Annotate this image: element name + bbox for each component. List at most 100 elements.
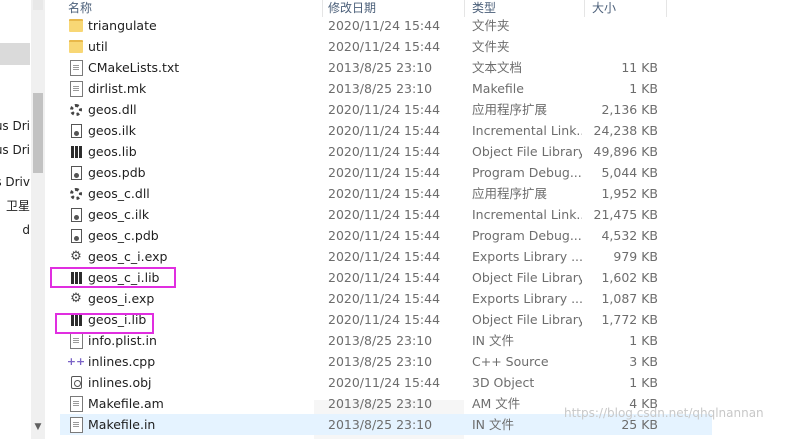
- file-date: 2020/11/24 15:44: [328, 207, 441, 222]
- folder-icon: [68, 15, 84, 36]
- file-type: Incremental Link...: [472, 123, 582, 138]
- file-name: geos_c.ilk: [88, 207, 150, 222]
- file-size: 1 KB: [629, 375, 658, 390]
- file-row[interactable]: info.plist.in 2013/8/25 23:10 IN 文件 1 KB: [60, 330, 712, 351]
- file-size: 1 KB: [629, 81, 658, 96]
- file-row[interactable]: ++ inlines.cpp 2013/8/25 23:10 C++ Source 3 …: [60, 351, 712, 372]
- watermark: https://blog.csdn.net/qhqlnannan: [564, 406, 764, 420]
- file-type: Program Debug...: [472, 165, 582, 180]
- file-size: 979 KB: [613, 249, 658, 264]
- nav-item-satellite[interactable]: 卫星: [0, 196, 32, 216]
- file-name: dirlist.mk: [88, 81, 147, 96]
- file-size: 24,238 KB: [593, 123, 658, 138]
- file-name: geos.ilk: [88, 123, 136, 138]
- file-date: 2020/11/24 15:44: [328, 18, 441, 33]
- library-icon: [68, 141, 84, 162]
- file-date: 2013/8/25 23:10: [328, 333, 433, 348]
- file-size: 3 KB: [629, 354, 658, 369]
- file-date: 2020/11/24 15:44: [328, 102, 441, 117]
- file-type: 文件夹: [472, 39, 510, 54]
- file-row[interactable]: geos_i.lib 2020/11/24 15:44 Object File Li…: [60, 309, 712, 330]
- scroll-down-arrow-icon[interactable]: ▼: [31, 420, 45, 434]
- file-row[interactable]: dirlist.mk 2013/8/25 23:10 Makefile 1 KB: [60, 78, 712, 99]
- dll-gear-icon: [68, 99, 84, 120]
- file-size: 2,136 KB: [601, 102, 658, 117]
- text-file-icon: [68, 57, 84, 78]
- file-date: 2013/8/25 23:10: [328, 354, 433, 369]
- file-size: 21,475 KB: [593, 207, 658, 222]
- file-name: geos.dll: [88, 102, 137, 117]
- file-name: CMakeLists.txt: [88, 60, 180, 75]
- file-size: 49,896 KB: [593, 144, 658, 159]
- file-type: 应用程序扩展: [472, 186, 548, 201]
- file-size: 1,952 KB: [601, 186, 658, 201]
- file-row[interactable]: ⚙ geos_c_i.exp 2020/11/24 15:44 Exports Lib…: [60, 246, 712, 267]
- file-date: 2020/11/24 15:44: [328, 291, 441, 306]
- file-date: 2013/8/25 23:10: [328, 396, 433, 411]
- file-name: Makefile.am: [88, 396, 164, 411]
- highlight-box-geos-c-i-lib: [50, 267, 176, 288]
- file-row[interactable]: geos_c.dll 2020/11/24 15:44 应用程序扩展 1,952 KB: [60, 183, 712, 204]
- file-date: 2020/11/24 15:44: [328, 375, 441, 390]
- file-row[interactable]: triangulate 2020/11/24 15:44 文件夹: [60, 15, 712, 36]
- file-date: 2020/11/24 15:44: [328, 186, 441, 201]
- file-date: 2013/8/25 23:10: [328, 417, 433, 432]
- nav-item-drive-3[interactable]: s Driv: [0, 172, 32, 192]
- file-type: IN 文件: [472, 333, 515, 348]
- file-name: inlines.cpp: [88, 354, 156, 369]
- navigation-pane: us Dri us Dri s Driv 卫星 d ▼: [0, 0, 46, 439]
- nav-scrollbar[interactable]: ▼: [31, 0, 45, 439]
- file-row[interactable]: geos_c.pdb 2020/11/24 15:44 Program Debug.…: [60, 225, 712, 246]
- file-name: Makefile.in: [88, 417, 156, 432]
- file-name: geos_c.dll: [88, 186, 150, 201]
- file-name: geos_c.pdb: [88, 228, 159, 243]
- exp-file-icon: ⚙: [70, 291, 82, 306]
- file-name: geos_c_i.exp: [88, 249, 168, 264]
- file-icon: [68, 414, 84, 435]
- file-date: 2020/11/24 15:44: [328, 39, 441, 54]
- file-row[interactable]: geos.dll 2020/11/24 15:44 应用程序扩展 2,136 KB: [60, 99, 712, 120]
- exp-file-icon: ⚙: [70, 249, 82, 264]
- file-type: 文件夹: [472, 18, 510, 33]
- file-name: inlines.obj: [88, 375, 152, 390]
- nav-item-drive-2[interactable]: us Dri: [0, 140, 32, 160]
- file-type: 3D Object: [472, 375, 535, 390]
- file-row[interactable]: geos.ilk 2020/11/24 15:44 Incremental Link…: [60, 120, 712, 141]
- file-date: 2020/11/24 15:44: [328, 123, 441, 138]
- file-size: 1,602 KB: [601, 270, 658, 285]
- file-date: 2020/11/24 15:44: [328, 228, 441, 243]
- file-name: triangulate: [88, 18, 157, 33]
- file-size: 11 KB: [621, 60, 658, 75]
- nav-item-drive-1[interactable]: us Dri: [0, 116, 32, 136]
- file-type: 应用程序扩展: [472, 102, 548, 117]
- file-size: 1,772 KB: [601, 312, 658, 327]
- file-size: [580, 15, 658, 36]
- dll-gear-icon: [68, 183, 84, 204]
- file-row[interactable]: geos.pdb 2020/11/24 15:44 Program Debug...…: [60, 162, 712, 183]
- file-row[interactable]: geos_c.ilk 2020/11/24 15:44 Incremental Li…: [60, 204, 712, 225]
- file-date: 2020/11/24 15:44: [328, 144, 441, 159]
- scrollbar-thumb[interactable]: [33, 93, 43, 173]
- file-date: 2013/8/25 23:10: [328, 81, 433, 96]
- ilk-file-icon: [68, 204, 84, 225]
- file-date: 2020/11/24 15:44: [328, 270, 441, 285]
- folder-icon: [68, 36, 84, 57]
- file-type: C++ Source: [472, 354, 549, 369]
- file-row[interactable]: geos.lib 2020/11/24 15:44 Object File Libr…: [60, 141, 712, 162]
- nav-selected-item[interactable]: [0, 43, 30, 65]
- file-type: Object File Library: [472, 270, 582, 285]
- file-type: Exports Library ...: [472, 291, 582, 306]
- scrollbar-track-top: [33, 0, 43, 10]
- file-row[interactable]: ⚙ geos_i.exp 2020/11/24 15:44 Exports Libra…: [60, 288, 712, 309]
- highlight-box-geos-i-lib: [55, 313, 154, 334]
- file-date: 2020/11/24 15:44: [328, 249, 441, 264]
- file-row[interactable]: util 2020/11/24 15:44 文件夹: [60, 36, 712, 57]
- file-type: Incremental Link...: [472, 207, 582, 222]
- file-type: Object File Library: [472, 144, 582, 159]
- file-type: Program Debug...: [472, 228, 582, 243]
- file-row[interactable]: CMakeLists.txt 2013/8/25 23:10 文本文档 11 KB: [60, 57, 712, 78]
- nav-item-d[interactable]: d: [0, 220, 32, 240]
- cpp-file-icon: ++: [68, 355, 84, 368]
- file-row[interactable]: inlines.obj 2020/11/24 15:44 3D Object 1 KB: [60, 372, 712, 393]
- ilk-file-icon: [68, 120, 84, 141]
